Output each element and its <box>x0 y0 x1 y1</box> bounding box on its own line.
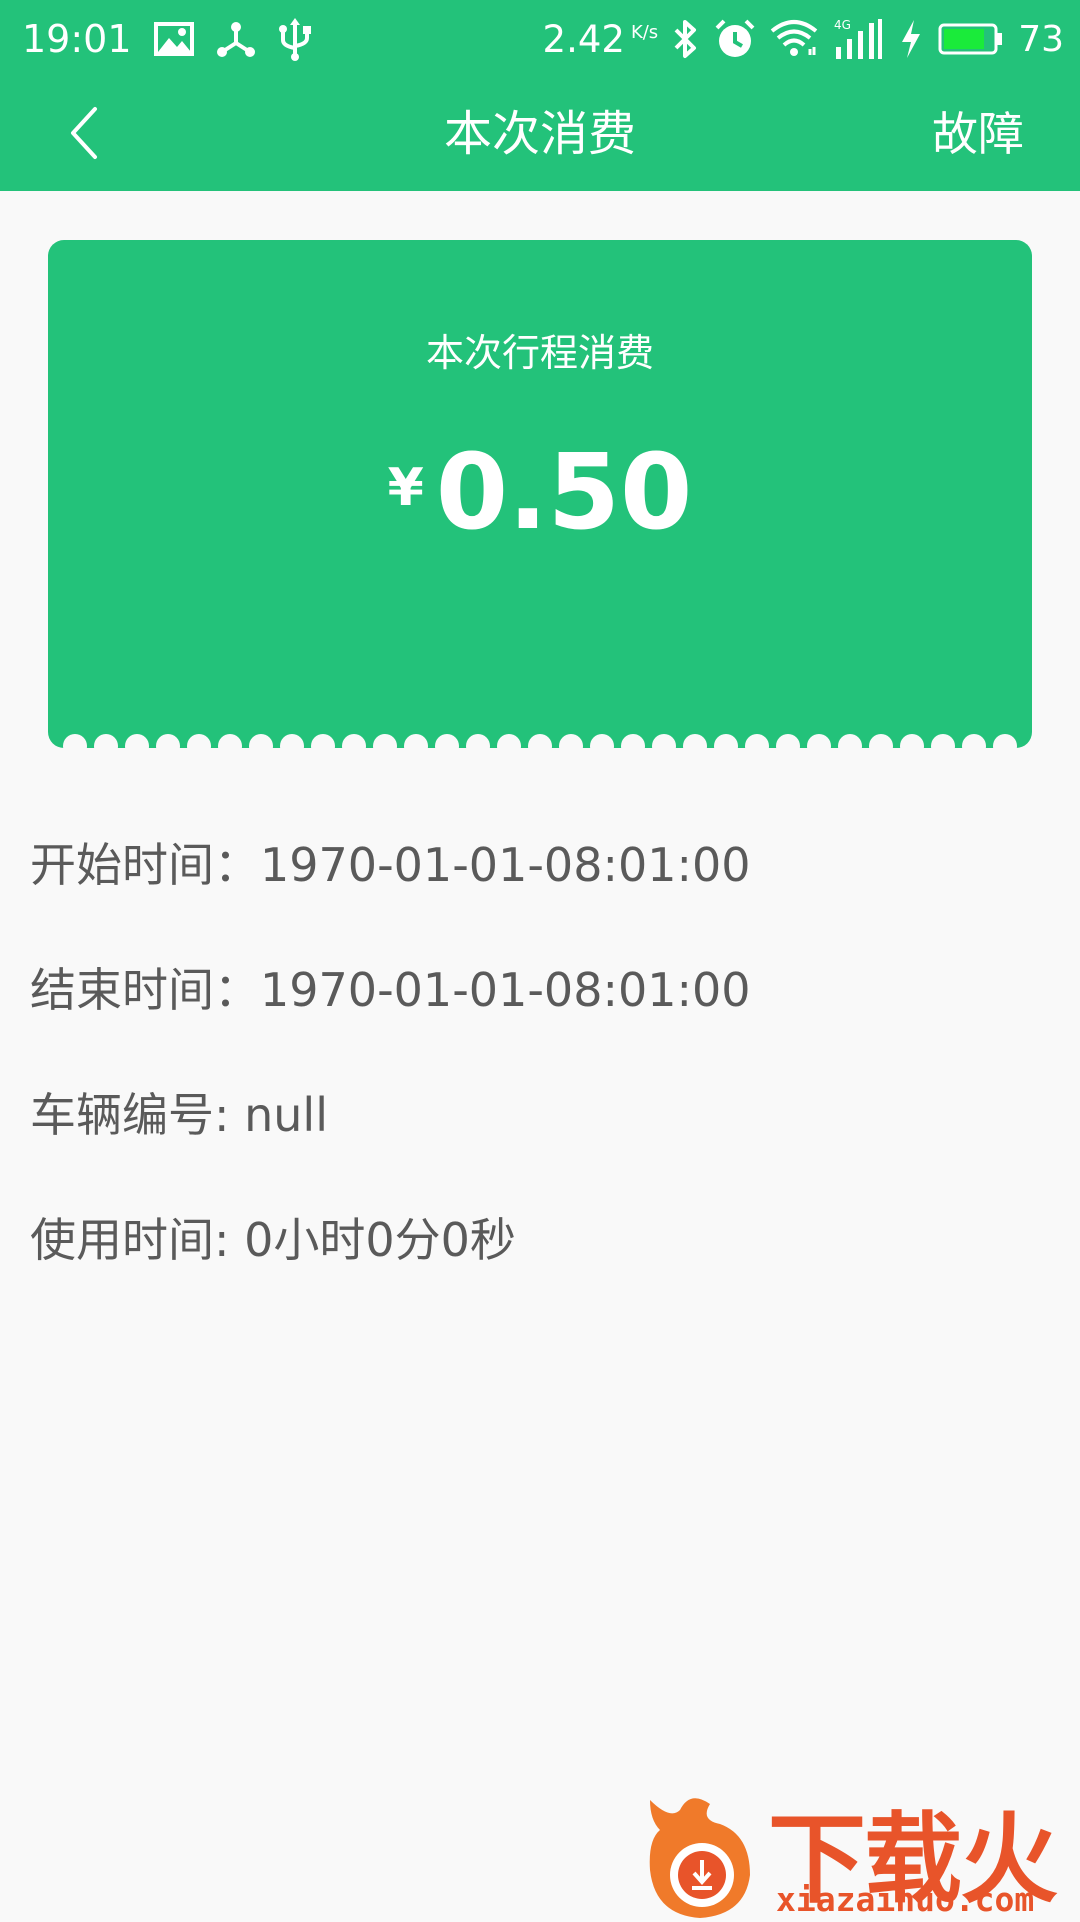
bluetooth-icon <box>672 18 700 60</box>
scallop-notch <box>962 734 986 748</box>
scallop-notch <box>342 734 366 748</box>
alarm-icon <box>714 18 756 60</box>
scallop-notch <box>94 734 118 748</box>
currency-symbol: ¥ <box>387 458 424 518</box>
status-left: 19:01 <box>22 14 312 64</box>
scallop-notch <box>187 734 211 748</box>
page-title: 本次消费 <box>443 106 636 162</box>
fare-amount: ¥ 0.50 <box>48 440 1032 544</box>
scallop-notch <box>373 734 397 748</box>
watermark-url: xiazaihuo.com <box>776 1880 1035 1919</box>
svg-text:4G: 4G <box>834 18 851 32</box>
status-bar: 19:01 2.42 K/s 4G 73 <box>0 0 1080 78</box>
status-right: 2.42 K/s 4G 73 <box>543 14 1064 64</box>
fare-card: 本次行程消费 ¥ 0.50 <box>48 240 1032 748</box>
end-time-text: 结束时间：1970-01-01-08:01:00 <box>30 963 751 1017</box>
scallop-notch <box>559 734 583 748</box>
wifi-icon <box>770 19 818 59</box>
scallop-notch <box>466 734 490 748</box>
network-speed: 2.42 K/s <box>543 18 659 61</box>
vehicle-number-row: 车辆编号: null <box>30 1070 1030 1195</box>
start-time-text: 开始时间：1970-01-01-08:01:00 <box>30 838 751 892</box>
start-time-row: 开始时间：1970-01-01-08:01:00 <box>30 820 1030 945</box>
scallop-notch <box>125 734 149 748</box>
scallop-notch <box>993 734 1017 748</box>
scallop-notch <box>838 734 862 748</box>
scallop-notch <box>311 734 335 748</box>
network-speed-unit: K/s <box>630 21 659 43</box>
scallop-notch <box>931 734 955 748</box>
battery-percent: 73 <box>1018 18 1064 60</box>
scallop-notch <box>63 734 87 748</box>
fare-amount-value: 0.50 <box>435 431 693 553</box>
fare-label: 本次行程消费 <box>425 331 654 375</box>
signal-4g-icon: 4G <box>832 17 884 61</box>
image-icon <box>153 22 194 56</box>
trip-details: 开始时间：1970-01-01-08:01:00 结束时间：1970-01-01… <box>30 820 1030 1320</box>
scallop-notch <box>156 734 180 748</box>
scallop-notch <box>621 734 645 748</box>
watermark-logo: 下载火 xiazaihuo.com <box>640 1780 1080 1920</box>
scallop-notch <box>404 734 428 748</box>
status-time: 19:01 <box>22 17 132 61</box>
scallop-notch <box>528 734 552 748</box>
scallop-notch <box>776 734 800 748</box>
scallop-notch <box>807 734 831 748</box>
share-icon <box>216 19 256 59</box>
scallop-notch <box>869 734 893 748</box>
vehicle-number-text: 车辆编号: null <box>30 1088 328 1142</box>
scallop-notch <box>590 734 614 748</box>
scallop-notch <box>900 734 924 748</box>
scallop-notch <box>218 734 242 748</box>
usage-duration-row: 使用时间: 0小时0分0秒 <box>30 1195 1030 1320</box>
usb-icon <box>278 16 312 62</box>
battery-icon <box>938 22 1004 56</box>
usage-duration-text: 使用时间: 0小时0分0秒 <box>30 1213 516 1267</box>
nav-bar: 本次消费 故障 <box>0 78 1080 191</box>
end-time-row: 结束时间：1970-01-01-08:01:00 <box>30 945 1030 1070</box>
scallop-notch <box>652 734 676 748</box>
fault-report-button[interactable]: 故障 <box>932 78 1024 191</box>
scallop-notch <box>745 734 769 748</box>
scallop-notch <box>435 734 459 748</box>
scallop-notch <box>714 734 738 748</box>
scallop-notch <box>249 734 273 748</box>
scallop-notch <box>280 734 304 748</box>
charging-icon <box>898 18 924 60</box>
scallop-notch <box>497 734 521 748</box>
ticket-scallop-edge <box>48 734 1032 748</box>
flame-logo-icon <box>649 1798 750 1918</box>
network-speed-value: 2.42 <box>542 17 625 61</box>
scallop-notch <box>683 734 707 748</box>
